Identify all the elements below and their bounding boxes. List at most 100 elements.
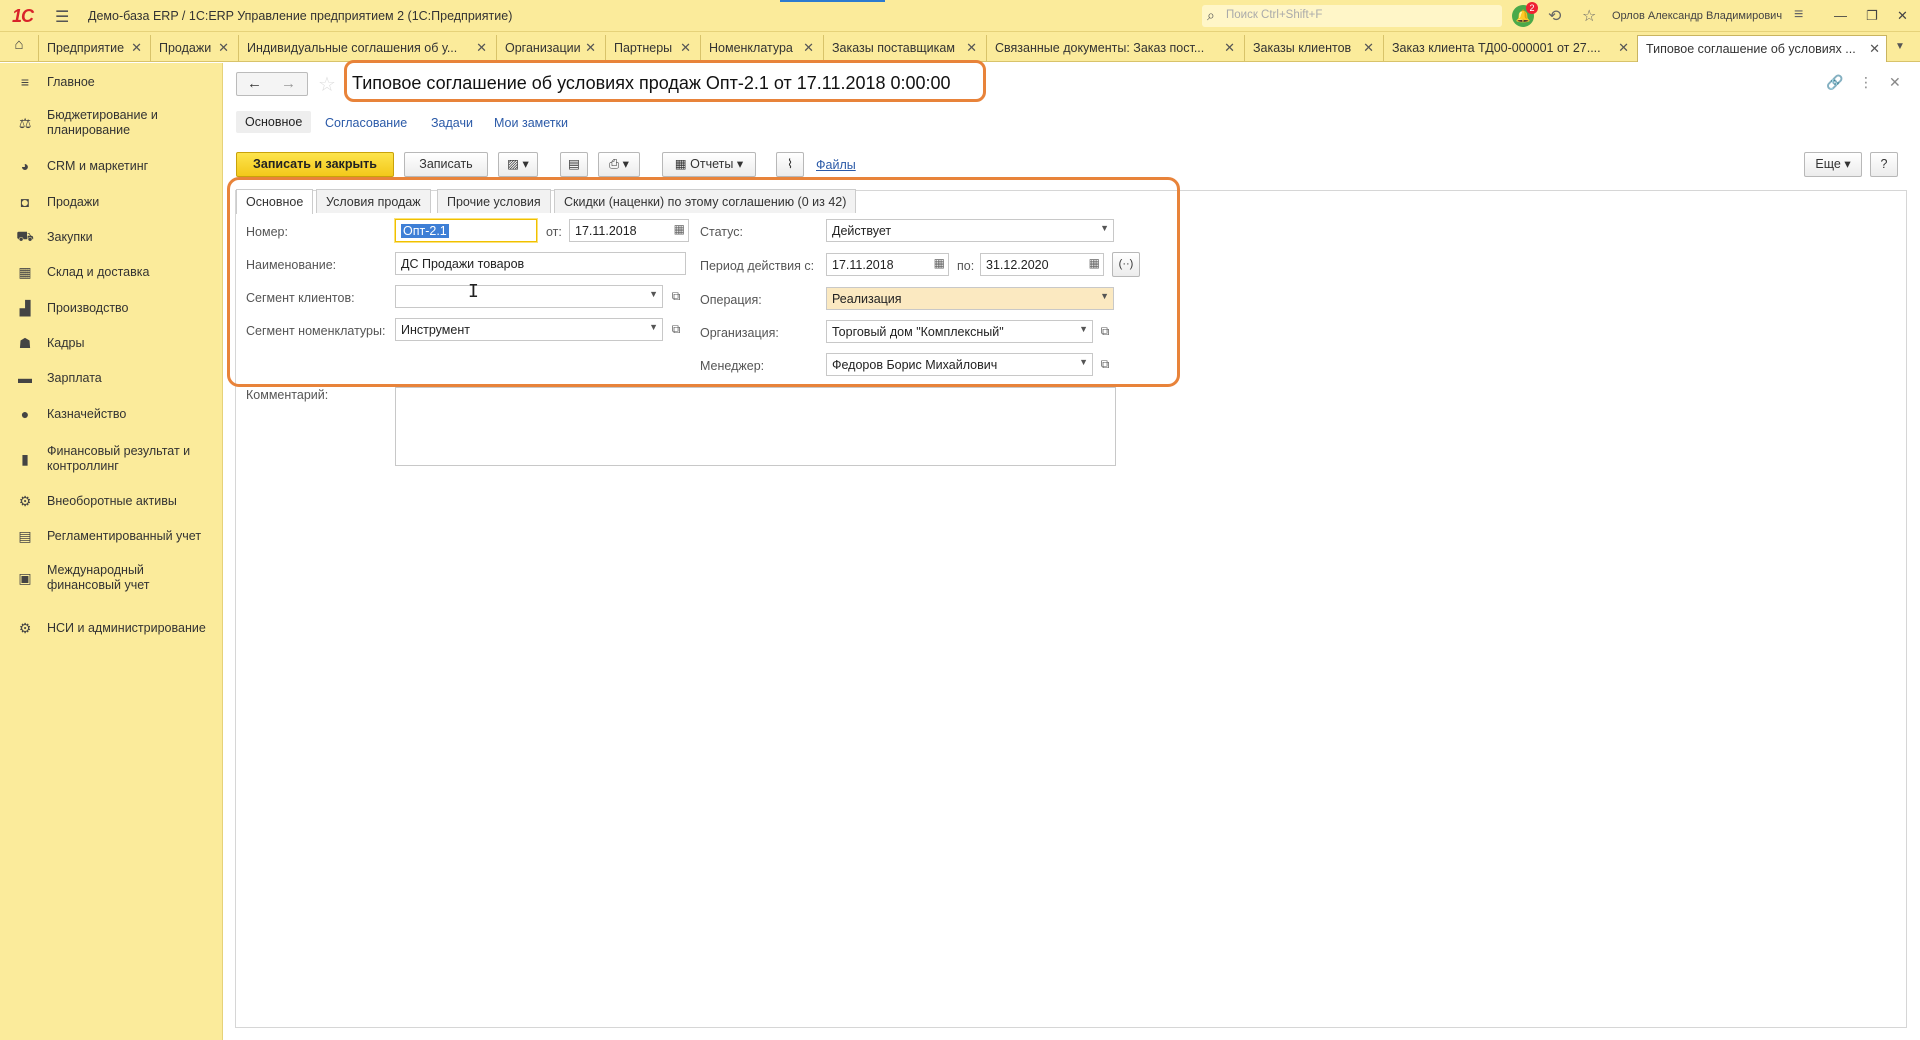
tab-individual-agreements[interactable]: Индивидуальные соглашения об у... ✕ — [238, 35, 493, 61]
wallet-icon: ▬ — [18, 370, 32, 386]
save-and-close-button[interactable]: Записать и закрыть — [236, 152, 394, 177]
home-icon[interactable]: ⌂ — [6, 36, 32, 58]
save-button[interactable]: Записать — [404, 152, 488, 177]
print-menu-button[interactable]: ⎙ ▾ — [598, 152, 640, 177]
subnav-notes[interactable]: Мои заметки — [494, 116, 568, 130]
tab-label: Заказы клиентов — [1253, 41, 1352, 55]
comment-label: Комментарий: — [246, 388, 329, 402]
close-tab-icon[interactable]: ✕ — [218, 40, 229, 56]
sidebar-item-label: CRM и маркетинг — [47, 158, 149, 173]
subnav-approval[interactable]: Согласование — [325, 116, 407, 130]
reports-label: Отчеты — [690, 157, 734, 171]
tab-supplier-orders[interactable]: Заказы поставщикам ✕ — [823, 35, 983, 61]
print-button[interactable]: ▤ — [560, 152, 588, 177]
tab-typical-agreement[interactable]: Типовое соглашение об условиях ... ✕ — [1637, 35, 1887, 62]
subnav-main[interactable]: Основное — [236, 111, 312, 133]
files-link[interactable]: Файлы — [816, 158, 856, 172]
bar-chart-icon: ▮ — [21, 450, 29, 467]
chevron-down-icon: ▾ — [1840, 157, 1851, 171]
sidebar-item-treasury[interactable]: ● Казначейство — [0, 405, 223, 423]
sidebar-item-warehouse[interactable]: ▦ Склад и доставка — [0, 263, 223, 281]
sidebar-item-regulated-accounting[interactable]: ▤ Регламентированный учет — [0, 527, 223, 545]
tab-customer-order[interactable]: Заказ клиента ТД00-000001 от 27.... ✕ — [1383, 35, 1635, 61]
sidebar-item-main[interactable]: ≡ Главное — [0, 73, 223, 91]
history-icon[interactable]: ⟲ — [1548, 6, 1561, 26]
minimize-icon[interactable]: — — [1834, 8, 1847, 23]
search-icon: ⌕ — [1207, 7, 1215, 23]
tab-enterprise[interactable]: Предприятие ✕ — [38, 35, 148, 61]
budget-icon: ⚖ — [18, 114, 32, 131]
forward-arrow-icon[interactable]: → — [281, 75, 296, 92]
close-tab-icon[interactable]: ✕ — [1224, 40, 1235, 56]
sidebar-item-purchases[interactable]: ⛟ Закупки — [0, 228, 223, 246]
tab-label: Заказ клиента ТД00-000001 от 27.... — [1392, 41, 1601, 55]
search-input[interactable]: ⌕ Поиск Ctrl+Shift+F — [1202, 5, 1502, 27]
main-menu-icon[interactable]: ☰ — [55, 7, 71, 27]
close-tab-icon[interactable]: ✕ — [1363, 40, 1374, 56]
tab-label: Типовое соглашение об условиях ... — [1646, 42, 1856, 56]
app-title: Демо-база ERP / 1С:ERP Управление предпр… — [88, 9, 513, 23]
ledger-icon: ▤ — [18, 527, 32, 544]
attach-button[interactable]: ⌇ — [776, 152, 804, 177]
settings-menu-icon[interactable]: ≡ — [1794, 6, 1803, 24]
sidebar-item-administration[interactable]: ⚙ НСИ и администрирование — [0, 612, 223, 644]
tab-nomenclature[interactable]: Номенклатура ✕ — [700, 35, 820, 61]
tab-label: Заказы поставщикам — [832, 41, 955, 55]
close-tab-icon[interactable]: ✕ — [131, 40, 142, 56]
help-button[interactable]: ? — [1870, 152, 1898, 177]
sidebar-item-fixed-assets[interactable]: ⚙ Внеоборотные активы — [0, 492, 223, 510]
close-tab-icon[interactable]: ✕ — [1869, 41, 1880, 57]
close-tab-icon[interactable]: ✕ — [680, 40, 691, 56]
sidebar-item-label: Закупки — [47, 229, 93, 244]
more-button[interactable]: Еще ▾ — [1804, 152, 1862, 177]
sidebar-item-label: Внеоборотные активы — [47, 493, 177, 508]
tabs-menu-chevron-icon[interactable]: ▼ — [1895, 41, 1905, 52]
user-name[interactable]: Орлов Александр Владимирович — [1612, 10, 1782, 22]
close-tab-icon[interactable]: ✕ — [803, 40, 814, 56]
sidebar-item-financial-result[interactable]: ▮ Финансовый результат и контроллинг — [0, 443, 223, 475]
sidebar-item-hr[interactable]: ☗ Кадры — [0, 334, 223, 352]
sidebar-item-label: Финансовый результат и контроллинг — [47, 444, 191, 473]
close-tab-icon[interactable]: ✕ — [966, 40, 977, 56]
subnav-tasks[interactable]: Задачи — [431, 116, 473, 130]
gear-icon: ⚙ — [18, 619, 32, 636]
close-window-icon[interactable]: ✕ — [1897, 8, 1908, 24]
close-tab-icon[interactable]: ✕ — [476, 40, 487, 56]
sidebar-item-budgeting[interactable]: ⚖ Бюджетирование и планирование — [0, 107, 223, 139]
tab-sales[interactable]: Продажи ✕ — [150, 35, 235, 61]
favorite-star-icon[interactable]: ☆ — [318, 72, 336, 97]
close-tab-icon[interactable]: ✕ — [1618, 40, 1629, 56]
favorites-star-icon[interactable]: ☆ — [1582, 6, 1596, 26]
link-icon[interactable]: 🔗 — [1826, 74, 1843, 91]
close-tab-icon[interactable]: ✕ — [585, 40, 596, 56]
reports-button[interactable]: ▦ Отчеты ▾ — [662, 152, 756, 177]
notifications-badge: 2 — [1526, 2, 1538, 14]
tab-partners[interactable]: Партнеры ✕ — [605, 35, 697, 61]
sidebar-item-label: Регламентированный учет — [47, 528, 202, 543]
create-based-on-button[interactable]: ▨ ▾ — [498, 152, 538, 177]
close-form-icon[interactable]: ✕ — [1889, 74, 1901, 91]
tab-label: Продажи — [159, 41, 212, 55]
sidebar-item-label: Главное — [47, 74, 95, 89]
tab-organizations[interactable]: Организации ✕ — [496, 35, 602, 61]
sidebar-item-salary[interactable]: ▬ Зарплата — [0, 369, 223, 387]
sidebar-item-production[interactable]: ▟ Производство — [0, 299, 223, 317]
back-arrow-icon[interactable]: ← — [247, 75, 262, 92]
restore-icon[interactable]: ❐ — [1866, 8, 1878, 24]
tab-label: Связанные документы: Заказ пост... — [995, 41, 1205, 55]
reports-icon: ▦ — [674, 157, 691, 171]
assets-icon: ⚙ — [18, 492, 32, 509]
search-placeholder: Поиск Ctrl+Shift+F — [1226, 9, 1323, 21]
menu-icon: ≡ — [20, 74, 30, 90]
app-logo: 1С — [12, 6, 34, 26]
sidebar-item-sales[interactable]: ◘ Продажи — [0, 193, 223, 211]
more-actions-icon[interactable]: ⋮ — [1859, 74, 1873, 91]
factory-icon: ▟ — [19, 299, 31, 316]
tab-label: Номенклатура — [709, 41, 793, 55]
sidebar-item-crm[interactable]: ◕ CRM и маркетинг — [0, 157, 223, 175]
title-highlight-frame — [344, 60, 986, 102]
comment-textarea[interactable] — [395, 387, 1116, 466]
sidebar-item-ifrs[interactable]: ▣ Международный финансовый учет — [0, 562, 223, 594]
tab-related-documents[interactable]: Связанные документы: Заказ пост... ✕ — [986, 35, 1241, 61]
tab-customer-orders[interactable]: Заказы клиентов ✕ — [1244, 35, 1380, 61]
